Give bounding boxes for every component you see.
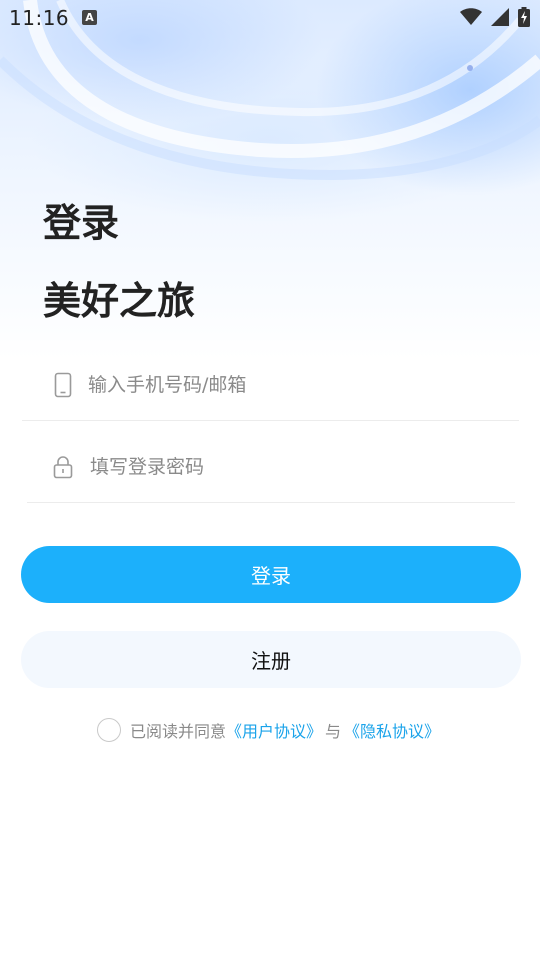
login-button[interactable]: 登录 xyxy=(21,546,521,603)
phone-field[interactable] xyxy=(22,350,519,421)
agreement-prefix: 已阅读并同意 xyxy=(130,722,227,741)
password-field[interactable] xyxy=(27,432,515,503)
phone-icon xyxy=(52,372,74,398)
status-time: 11:16 xyxy=(9,6,70,30)
privacy-policy-link[interactable]: 《隐私协议》 xyxy=(344,718,440,742)
status-bar: 11:16 A xyxy=(0,0,540,36)
phone-input[interactable] xyxy=(86,373,470,397)
notification-a-icon: A xyxy=(82,10,97,25)
signal-icon xyxy=(491,8,509,26)
agreement-conjunction: 与 xyxy=(325,722,342,741)
password-input[interactable] xyxy=(88,455,472,479)
status-icons xyxy=(460,7,530,27)
register-button[interactable]: 注册 xyxy=(21,631,521,688)
battery-charging-icon xyxy=(518,7,530,27)
lock-icon xyxy=(52,454,74,480)
agreement-checkbox[interactable] xyxy=(97,718,121,742)
wifi-icon xyxy=(460,8,482,25)
page-slogan: 美好之旅 xyxy=(43,279,196,323)
page-title: 登录 xyxy=(43,201,120,245)
agreement-row: 已阅读并同意 《用户协议》 与 《隐私协议》 xyxy=(97,716,440,744)
user-agreement-link[interactable]: 《用户协议》 xyxy=(226,718,322,742)
